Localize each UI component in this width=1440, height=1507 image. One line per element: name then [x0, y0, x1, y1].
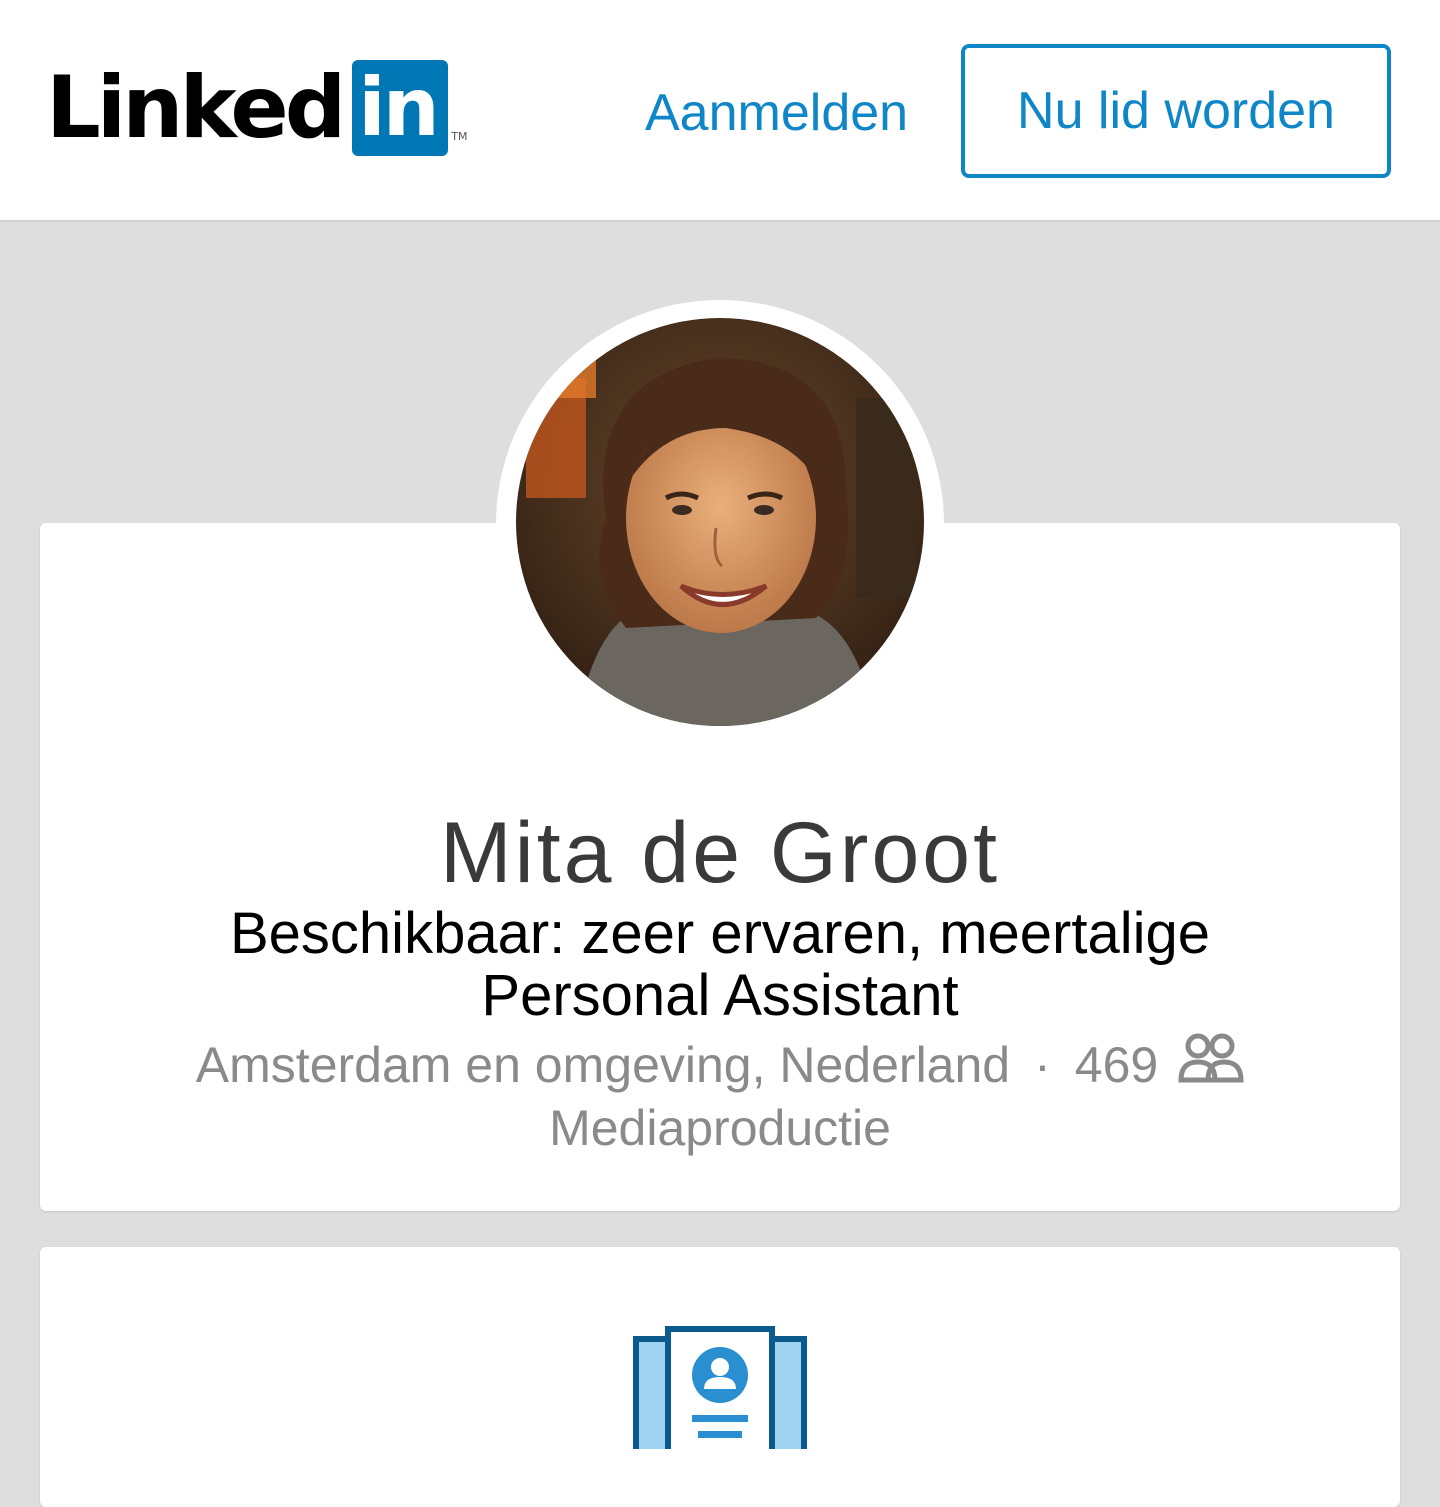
- top-bar: Linked in TM Aanmelden Nu lid worden: [0, 0, 1440, 222]
- meta-separator: ·: [1034, 1036, 1051, 1093]
- linkedin-logo[interactable]: Linked in TM: [46, 60, 468, 156]
- logo-in-text: in: [358, 61, 439, 154]
- logo-trademark: TM: [451, 130, 468, 143]
- profile-card-icon: [630, 1325, 810, 1462]
- profile-meta: Amsterdam en omgeving, Nederland · 469: [40, 1032, 1400, 1097]
- profile-headline: Beschikbaar: zeer ervaren, meertalige Pe…: [229, 901, 1211, 1028]
- logo-wordmark: Linked: [46, 58, 346, 158]
- profile-name: Mita de Groot: [440, 805, 1000, 901]
- profile-industry: Mediaproductie: [549, 1100, 891, 1156]
- join-button[interactable]: Nu lid worden: [961, 44, 1391, 178]
- connections-count: 469: [1074, 1036, 1159, 1093]
- signin-link[interactable]: Aanmelden: [645, 80, 908, 146]
- connections-icon: [1178, 1032, 1244, 1097]
- logo-in-box: in: [352, 60, 449, 156]
- avatar: [516, 318, 924, 726]
- profile-location: Amsterdam en omgeving, Nederland: [195, 1036, 1011, 1093]
